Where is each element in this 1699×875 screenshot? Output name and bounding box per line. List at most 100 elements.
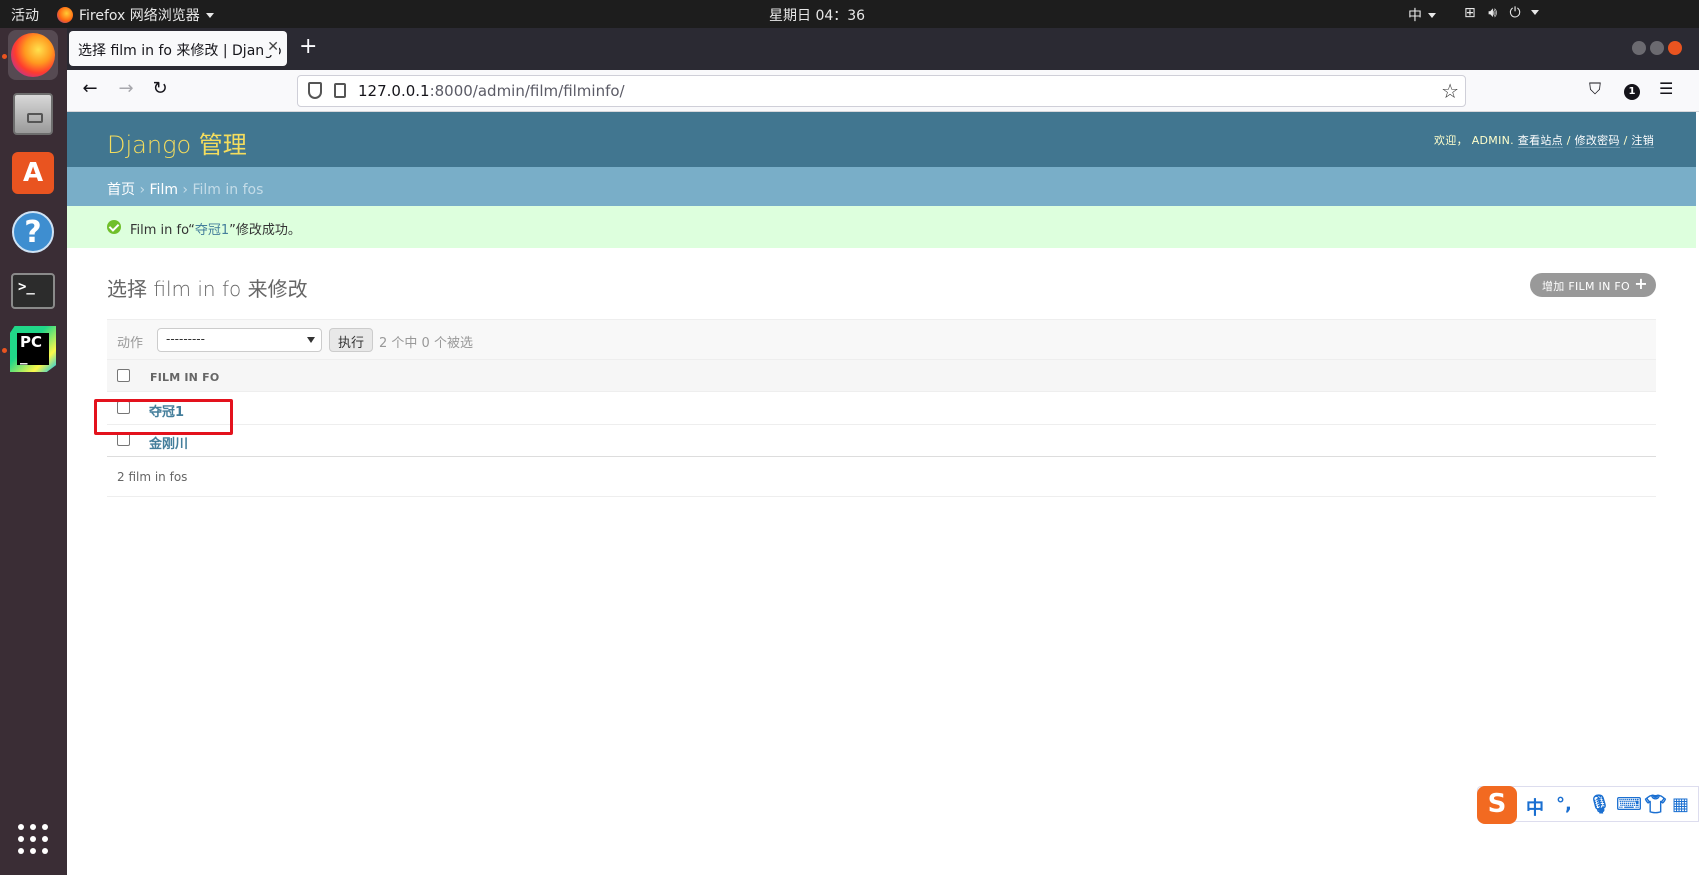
admin-header: Django 管理 欢迎， ADMIN. 查看站点 / 修改密码 / 注销 [67,112,1696,167]
actions-bar: 动作 --------- 执行 2 个中 0 个被选 [107,319,1656,359]
url-host: 127.0.0.1 [358,82,430,100]
ime-toolbar: S 中 °, 🎙︎ ⌨ 👕︎ ▦ [1477,786,1699,824]
sogou-logo-icon[interactable]: S [1477,786,1517,824]
app-name: Firefox 网络浏览器 [79,8,200,24]
breadcrumb: 首页 › Film › Film in fos [67,167,1696,206]
user-tools: 欢迎， ADMIN. 查看站点 / 修改密码 / 注销 [1434,134,1654,148]
microphone-icon[interactable]: 🎙︎ [1588,794,1611,815]
forward-button[interactable]: → [113,78,139,99]
extensions-button[interactable]: 1 [1624,79,1640,100]
site-branding[interactable]: Django 管理 [107,125,247,160]
volume-icon: 🔊︎ [1488,5,1498,21]
page-title: 选择 film in fo 来修改 [107,277,308,301]
pycharm-icon: PC _ [10,326,56,372]
pocket-icon[interactable]: ⛉ [1589,79,1601,99]
back-button[interactable]: ← [77,78,103,99]
page-info-icon[interactable] [334,83,346,98]
chevron-down-icon [307,337,315,343]
logout-link[interactable]: 注销 [1631,134,1654,148]
dock-files[interactable] [8,89,58,139]
terminal-icon: >_ [11,273,55,309]
add-button-label: 增加 FILM IN FO [1541,280,1630,293]
username: ADMIN [1471,134,1511,147]
menu-icon[interactable]: ☰ [1659,79,1673,98]
reload-button[interactable]: ↻ [147,78,173,99]
highlight-annotation [94,399,233,435]
breadcrumb-current: Film in fos [192,182,264,198]
column-header-film-in-fo[interactable]: FILM IN FO [150,371,219,384]
chevron-down-icon [205,13,214,18]
message-object-link[interactable]: 夺冠1 [195,223,229,238]
dock: A ? >_ PC _ [0,28,67,875]
message-prefix: Film in fo“ [130,223,195,238]
running-indicator [2,54,7,59]
table-header: FILM IN FO [107,359,1656,392]
change-password-link[interactable]: 修改密码 [1574,134,1620,148]
app-menu[interactable]: Firefox 网络浏览器 [57,5,214,25]
bookmark-star-icon[interactable]: ☆ [1441,79,1459,103]
new-tab-button[interactable]: + [299,36,317,58]
browser-tab[interactable]: 选择 film in fo 来修改 | Django ✕ [69,31,287,66]
paginator: 2 film in fos [107,456,1656,497]
actions-label: 动作 [117,336,144,351]
ime-mode-toggle[interactable]: 中 [1526,794,1544,820]
page-content: Django 管理 欢迎， ADMIN. 查看站点 / 修改密码 / 注销 首页… [67,112,1699,875]
system-top-bar: 活动 Firefox 网络浏览器 星期日 04：36 中 ⊞ 🔊︎ ⏻ [0,0,1699,28]
punctuation-toggle[interactable]: °, [1556,794,1572,815]
dock-software[interactable]: A [8,148,58,198]
plus-icon: + [1634,274,1648,293]
dock-help[interactable]: ? [8,207,58,257]
activities-button[interactable]: 活动 [11,5,39,25]
toolbox-icon[interactable]: ▦ [1672,794,1689,815]
power-icon: ⏻ [1509,5,1521,21]
selection-counter: 2 个中 0 个被选 [379,336,473,351]
tab-title: 选择 film in fo 来修改 | Django [78,43,282,59]
clock[interactable]: 星期日 04：36 [769,5,865,25]
skin-icon[interactable]: 👕︎ [1644,794,1667,815]
add-film-in-fo-button[interactable]: 增加 FILM IN FO + [1529,273,1656,297]
running-indicator [2,348,7,353]
network-icon: ⊞ [1464,5,1476,21]
separator: / [1566,134,1571,147]
url-bar[interactable]: 127.0.0.1:8000/admin/film/filminfo/ ☆ [297,75,1466,107]
shield-icon[interactable] [308,82,322,99]
firefox-icon [11,33,55,77]
browser-tab-bar: 选择 film in fo 来修改 | Django ✕ + [67,28,1699,70]
keyboard-icon[interactable]: ⌨ [1616,794,1642,815]
dock-pycharm[interactable]: PC _ [8,324,58,374]
breadcrumb-separator: › [139,182,146,198]
table-row: 金刚川 [107,425,1656,457]
help-icon: ? [12,211,54,253]
action-select[interactable]: --------- [157,328,322,352]
system-status-menu[interactable]: ⊞ 🔊︎ ⏻ [1464,5,1539,21]
message-suffix: ”修改成功。 [229,223,301,238]
close-window-button[interactable] [1668,41,1682,55]
select-all-checkbox[interactable] [117,369,130,382]
show-applications-icon[interactable] [18,824,48,854]
row-link[interactable]: 金刚川 [149,433,188,452]
url-path: :8000/admin/film/filminfo/ [429,82,625,100]
breadcrumb-app[interactable]: Film [150,182,178,198]
action-select-value: --------- [166,332,205,346]
notification-badge: 1 [1624,84,1640,100]
breadcrumb-separator: › [182,182,189,198]
input-method-indicator[interactable]: 中 [1408,5,1436,25]
minimize-window-button[interactable] [1632,41,1646,55]
welcome-text: 欢迎， [1434,134,1468,147]
execute-button[interactable]: 执行 [329,328,374,352]
view-site-link[interactable]: 查看站点 [1517,134,1563,148]
firefox-icon [57,7,73,23]
table-row: 夺冠1 [107,393,1656,425]
chevron-down-icon [1531,10,1539,15]
dock-firefox[interactable] [8,30,58,80]
separator: / [1623,134,1628,147]
breadcrumb-home[interactable]: 首页 [107,182,135,198]
input-method-label: 中 [1408,8,1422,24]
files-icon [13,93,53,135]
dock-terminal[interactable]: >_ [8,266,58,316]
success-message: Film in fo“夺冠1”修改成功。 [67,206,1696,248]
maximize-window-button[interactable] [1650,41,1664,55]
close-tab-icon[interactable]: ✕ [263,39,279,55]
success-check-icon [107,220,121,234]
browser-nav-bar: ← → ↻ 127.0.0.1:8000/admin/film/filminfo… [67,70,1699,112]
